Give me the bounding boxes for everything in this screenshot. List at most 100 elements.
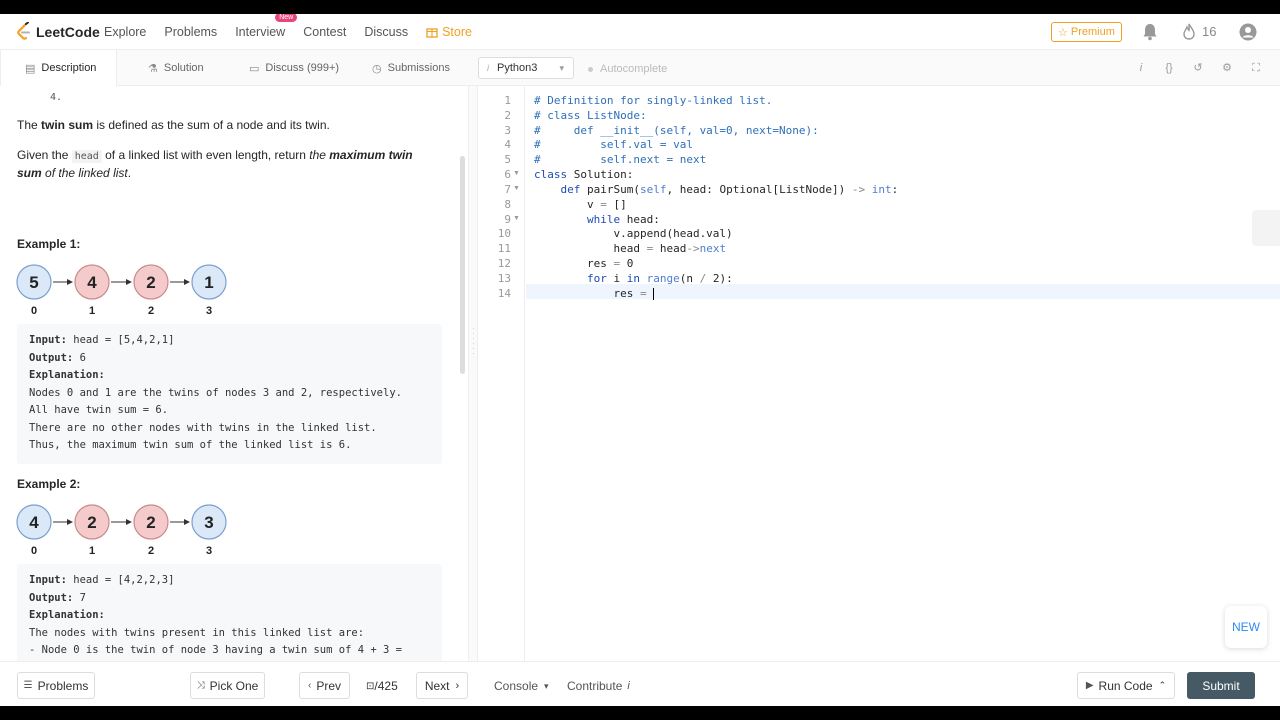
brand-logo[interactable]: LeetCode [16, 22, 100, 42]
avatar-icon[interactable] [1239, 23, 1257, 41]
premium-button[interactable]: ☆ Premium [1051, 22, 1122, 42]
new-feature-button[interactable]: NEW [1225, 606, 1267, 648]
nav-explore[interactable]: Explore [104, 25, 146, 39]
run-code-button[interactable]: ▶ Run Code ⌃ [1077, 672, 1175, 699]
console-label: Console [494, 679, 539, 693]
node-value: 1 [204, 273, 213, 292]
submit-button[interactable]: Submit [1187, 672, 1255, 699]
leetcode-logo-icon [17, 22, 30, 40]
output-label: Output: [29, 591, 74, 604]
fold-arrow-icon[interactable]: ▼ [513, 215, 520, 222]
nav-interview[interactable]: Interview New [235, 14, 298, 39]
problem-description-panel: 4. The twin sum is defined as the sum of… [0, 86, 468, 661]
language-select[interactable]: i Python3 ▾ [478, 57, 574, 79]
panel-resize-divider[interactable]: · · · · · · [468, 86, 478, 661]
example-2-output: Output: 7 [29, 590, 430, 608]
next-button[interactable]: Next › [416, 672, 468, 699]
braces-icon[interactable]: {} [1162, 61, 1176, 75]
input-label: Input: [29, 334, 67, 346]
chevron-right-icon: › [455, 679, 460, 692]
twin-def-post: is defined as the sum of a node and its … [93, 118, 330, 132]
tab-discuss-label: Discuss (999+) [265, 62, 340, 74]
node-value: 3 [204, 513, 213, 532]
tab-description-label: Description [41, 62, 97, 74]
node-index: 1 [89, 305, 95, 317]
notification-bell-icon[interactable] [1142, 23, 1158, 41]
line-number: 14 [497, 287, 511, 300]
line-number: 8 [504, 198, 511, 211]
tab-solution[interactable]: ⚗ Solution [148, 50, 204, 86]
node-index: 0 [31, 545, 37, 557]
page-total: /425 [374, 679, 398, 693]
example-2-diagram: 4 2 2 3 0 1 2 3 [16, 504, 227, 557]
code-line: v = [] [534, 198, 627, 211]
nav-contest[interactable]: Contest [303, 25, 346, 39]
fold-arrow-icon[interactable]: ▼ [513, 185, 520, 192]
input-value: head = [4,2,2,3] [66, 574, 175, 586]
play-icon: ▶ [1085, 680, 1094, 691]
fold-arrow-icon[interactable]: ▼ [513, 170, 520, 177]
reset-icon[interactable]: ↺ [1191, 61, 1205, 75]
node-index: 0 [31, 305, 37, 317]
nav-store[interactable]: Store [426, 25, 472, 39]
premium-label: Premium [1070, 26, 1115, 38]
fullscreen-icon[interactable]: ⛶ [1249, 61, 1263, 75]
explanation-line: - Node 0 is the twin of node 3 having a … [29, 644, 402, 656]
input-value: head = [5,4,2,1] [66, 334, 175, 346]
example-1-diagram: 5 4 2 1 0 1 2 3 [16, 264, 227, 317]
brand-name: LeetCode [36, 24, 100, 40]
explanation-label: Explanation: [29, 369, 105, 381]
line-number: 3 [504, 124, 511, 137]
tab-submissions-label: Submissions [387, 62, 450, 74]
code-line: # self.val = val [534, 138, 693, 151]
next-label: Next [424, 678, 450, 693]
prev-button[interactable]: ‹ Prev [299, 672, 350, 699]
chevron-up-icon: ⌃ [1158, 680, 1167, 690]
code-line: while head: [586, 213, 660, 226]
given-end: . [127, 166, 132, 180]
nav-discuss[interactable]: Discuss [364, 25, 408, 39]
given-pre: Given the [17, 148, 72, 162]
code-editor[interactable]: 1 2 3 4 5 6 7 8 9 10 11 12 13 14 ▼ ▼ ▼ #… [478, 86, 1280, 661]
line-number: 4 [504, 138, 511, 151]
description-icon: ▤ [25, 62, 36, 75]
tab-discuss[interactable]: ▭ Discuss (999+) [249, 50, 339, 86]
info-italic-icon[interactable]: i [1134, 61, 1148, 75]
example-1-title: Example 1: [17, 237, 81, 251]
given-mid: of a linked list with even length, retur… [101, 148, 310, 162]
nav-problems[interactable]: Problems [164, 25, 217, 39]
problems-list-button[interactable]: ☰ Problems [17, 672, 95, 699]
line-number: 6 [504, 168, 511, 181]
node-index: 2 [148, 545, 154, 557]
bottom-toolbar: ☰ Problems ⤨ Pick One ‹ Prev ⊡ /425 Next… [0, 661, 1280, 706]
autocomplete-toggle[interactable]: Autocomplete [588, 63, 667, 75]
streak-counter[interactable]: 16 [1182, 23, 1216, 40]
description-scrollbar[interactable] [460, 156, 465, 374]
node-value: 2 [146, 513, 155, 532]
example-1-output: Output: 6 [29, 350, 430, 368]
node-index: 2 [148, 305, 154, 317]
settings-icon[interactable]: ⚙ [1220, 61, 1234, 75]
line-number: 5 [504, 153, 511, 166]
run-code-label: Run Code [1098, 678, 1153, 693]
node-index: 3 [206, 305, 212, 317]
chevron-down-icon: ▾ [559, 63, 564, 73]
code-line: class Solution: [534, 168, 634, 181]
nav-links: Explore Problems Interview New Contest D… [104, 14, 490, 50]
side-panel-handle[interactable] [1252, 210, 1280, 246]
drag-handle-icon: · · · · · · [472, 323, 475, 358]
twin-def-bold: twin sum [41, 118, 94, 132]
tab-description[interactable]: ▤ Description [0, 50, 117, 86]
tab-solution-label: Solution [163, 62, 204, 74]
explanation-line: All have twin sum = 6. [29, 404, 169, 416]
tab-submissions[interactable]: ◷ Submissions [372, 50, 450, 86]
contribute-link[interactable]: Contribute i [567, 679, 630, 693]
node-value: 2 [146, 273, 155, 292]
problem-page-indicator[interactable]: ⊡ /425 [366, 679, 398, 693]
pick-one-button[interactable]: ⤨ Pick One [190, 672, 265, 699]
problem-statement: Given the head of a linked list with eve… [17, 147, 437, 182]
explanation-line: The nodes with twins present in this lin… [29, 626, 365, 639]
twin-sum-definition: The twin sum is defined as the sum of a … [17, 117, 437, 134]
info-icon: i [487, 63, 489, 73]
console-toggle[interactable]: Console ▾ [494, 679, 549, 693]
